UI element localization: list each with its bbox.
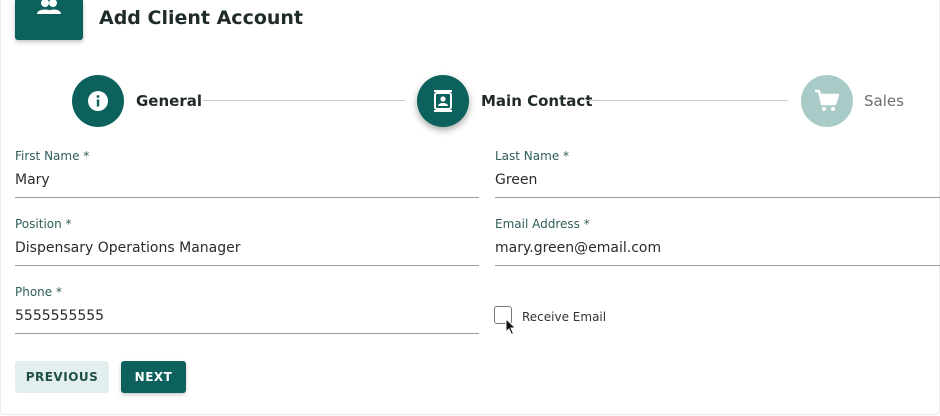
receive-email-label[interactable]: Receive Email [522, 310, 606, 324]
email-field: Email Address * [495, 217, 940, 266]
form-card [0, 0, 940, 415]
info-icon [88, 91, 108, 111]
phone-label: Phone * [15, 285, 62, 299]
position-underline [15, 265, 479, 266]
position-label: Position * [15, 217, 72, 231]
email-underline [495, 265, 940, 266]
position-input[interactable] [15, 238, 479, 258]
phone-underline [15, 333, 479, 334]
last-name-input[interactable] [495, 170, 940, 190]
step-main-contact-circle[interactable] [417, 75, 469, 127]
step-general-label[interactable]: General [136, 92, 202, 110]
last-name-label: Last Name * [495, 149, 570, 163]
next-button[interactable]: NEXT [121, 361, 186, 393]
step-sales-label[interactable]: Sales [864, 92, 904, 110]
step-connector-1 [203, 100, 405, 101]
previous-button[interactable]: PREVIOUS [15, 361, 109, 393]
header-badge [15, 0, 83, 40]
step-general-circle[interactable] [72, 75, 124, 127]
last-name-underline [495, 197, 940, 198]
email-label: Email Address * [495, 217, 590, 231]
first-name-field: First Name * [15, 149, 479, 198]
phone-field: Phone * [15, 285, 479, 334]
cart-icon [815, 89, 840, 111]
step-sales-circle[interactable] [801, 75, 853, 127]
mouse-cursor-icon [505, 318, 517, 336]
phone-input[interactable] [15, 306, 479, 326]
page-title: Add Client Account [99, 7, 304, 29]
last-name-field: Last Name * [495, 149, 940, 198]
first-name-input[interactable] [15, 170, 479, 190]
contact-card-icon [434, 90, 452, 112]
step-main-contact-label[interactable]: Main Contact [481, 92, 592, 110]
people-icon [37, 0, 61, 14]
first-name-label: First Name * [15, 149, 90, 163]
email-input[interactable] [495, 238, 940, 258]
first-name-underline [15, 197, 479, 198]
step-connector-2 [586, 100, 788, 101]
position-field: Position * [15, 217, 479, 266]
